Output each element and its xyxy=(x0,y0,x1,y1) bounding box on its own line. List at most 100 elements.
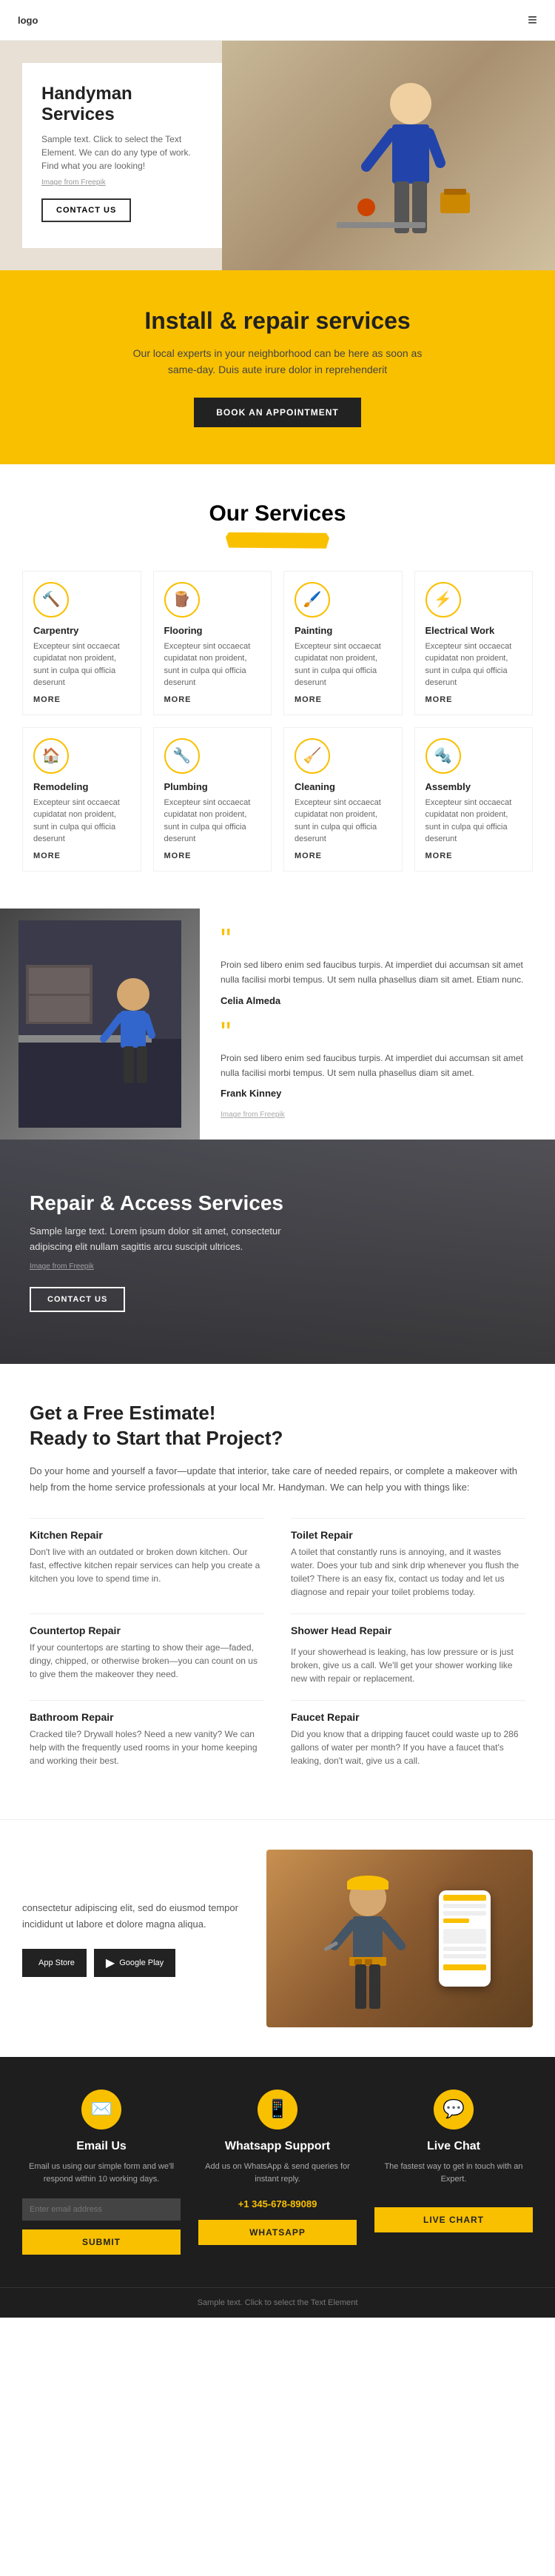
app-worker-illustration xyxy=(309,1857,427,2020)
repair-item-countertop: Countertop Repair If your countertops ar… xyxy=(30,1613,264,1685)
repair-access-contact-button[interactable]: CONTACT US xyxy=(30,1287,125,1312)
email-submit-button[interactable]: SUBMIT xyxy=(22,2229,181,2255)
painting-icon: 🖌️ xyxy=(295,582,330,618)
remodeling-desc: Excepteur sint occaecat cupidatat non pr… xyxy=(33,797,130,846)
app-store-button[interactable]: App Store xyxy=(22,1949,87,1977)
repair-item-bathroom: Bathroom Repair Cracked tile? Drywall ho… xyxy=(30,1700,264,1767)
electrical-more[interactable]: MORE xyxy=(426,695,522,704)
testimonials-content: " Proin sed libero enim sed faucibus tur… xyxy=(200,909,555,1140)
app-buttons-group: App Store ▶ Google Play xyxy=(22,1949,249,1977)
services-grid: 🔨 Carpentry Excepteur sint occaecat cupi… xyxy=(22,571,533,872)
install-text: Our local experts in your neighborhood c… xyxy=(30,345,525,378)
service-card-flooring: 🪵 Flooring Excepteur sint occaecat cupid… xyxy=(153,571,272,715)
install-section: Install & repair services Our local expe… xyxy=(0,270,555,464)
hero-img-credit[interactable]: Image from Freepik xyxy=(41,178,203,187)
book-appointment-button[interactable]: BOOK AN APPOINTMENT xyxy=(194,398,360,427)
email-input[interactable] xyxy=(22,2198,181,2221)
repair-item-kitchen: Kitchen Repair Don't live with an outdat… xyxy=(30,1518,264,1599)
faucet-repair-title: Faucet Repair xyxy=(291,1711,525,1723)
testimonial-2: " Proin sed libero enim sed faucibus tur… xyxy=(221,1023,534,1100)
repair-access-title: Repair & Access Services xyxy=(30,1191,525,1215)
hero-text: Sample text. Click to select the Text El… xyxy=(41,133,203,173)
assembly-name: Assembly xyxy=(426,781,522,792)
google-play-label: Google Play xyxy=(119,1958,164,1967)
testimonial-2-author: Frank Kinney xyxy=(221,1088,534,1099)
service-card-cleaning: 🧹 Cleaning Excepteur sint occaecat cupid… xyxy=(283,727,403,872)
plumbing-name: Plumbing xyxy=(164,781,261,792)
carpentry-more[interactable]: MORE xyxy=(33,695,130,704)
quote-icon-2: " xyxy=(221,1023,534,1043)
whatsapp-button[interactable]: WHATSAPP xyxy=(198,2220,357,2245)
electrical-name: Electrical Work xyxy=(426,625,522,636)
hero-contact-button[interactable]: CONTACT US xyxy=(41,198,131,222)
repair-access-section: Repair & Access Services Sample large te… xyxy=(0,1140,555,1364)
whatsapp-card: 📱 Whatsapp Support Add us on WhatsApp & … xyxy=(198,2090,357,2255)
faucet-repair-desc: Did you know that a dripping faucet coul… xyxy=(291,1727,525,1767)
testimonial-2-text: Proin sed libero enim sed faucibus turpi… xyxy=(221,1051,534,1081)
cleaning-more[interactable]: MORE xyxy=(295,852,391,860)
yellow-brush-divider xyxy=(226,532,329,549)
shower-repair-title: Shower Head Repair xyxy=(291,1625,391,1636)
phone-mockup xyxy=(439,1890,491,1987)
live-chat-icon: 💬 xyxy=(434,2090,474,2130)
testimonial-1-text: Proin sed libero enim sed faucibus turpi… xyxy=(221,957,534,988)
bathroom-repair-desc: Cracked tile? Drywall holes? Need a new … xyxy=(30,1727,264,1767)
remodeling-name: Remodeling xyxy=(33,781,130,792)
carpentry-desc: Excepteur sint occaecat cupidatat non pr… xyxy=(33,640,130,689)
cleaning-desc: Excepteur sint occaecat cupidatat non pr… xyxy=(295,797,391,846)
service-card-remodeling: 🏠 Remodeling Excepteur sint occaecat cup… xyxy=(22,727,141,872)
live-chat-button[interactable]: LIVE CHART xyxy=(374,2207,533,2232)
cleaning-icon: 🧹 xyxy=(295,738,330,774)
quote-icon-1: " xyxy=(221,929,534,950)
estimate-title: Get a Free Estimate! Ready to Start that… xyxy=(30,1401,525,1451)
repair-item-shower: Shower Head Repair If your showerhead is… xyxy=(291,1613,525,1685)
painting-more[interactable]: MORE xyxy=(295,695,391,704)
testimonials-section: " Proin sed libero enim sed faucibus tur… xyxy=(0,909,555,1140)
hero-title: Handyman Services xyxy=(41,84,203,125)
email-icon: ✉️ xyxy=(81,2090,121,2130)
hero-image xyxy=(222,41,555,270)
plumbing-desc: Excepteur sint occaecat cupidatat non pr… xyxy=(164,797,261,846)
footer: Sample text. Click to select the Text El… xyxy=(0,2287,555,2318)
flooring-icon: 🪵 xyxy=(164,582,200,618)
service-card-plumbing: 🔧 Plumbing Excepteur sint occaecat cupid… xyxy=(153,727,272,872)
kitchen-repair-title: Kitchen Repair xyxy=(30,1529,264,1541)
repairs-grid: Kitchen Repair Don't live with an outdat… xyxy=(30,1518,525,1782)
services-section: Our Services 🔨 Carpentry Excepteur sint … xyxy=(0,464,555,909)
email-title: Email Us xyxy=(22,2140,181,2153)
menu-icon[interactable]: ≡ xyxy=(528,10,537,30)
painting-desc: Excepteur sint occaecat cupidatat non pr… xyxy=(295,640,391,689)
email-card: ✉️ Email Us Email us using our simple fo… xyxy=(22,2090,181,2255)
testimonial-1: " Proin sed libero enim sed faucibus tur… xyxy=(221,929,534,1006)
repair-access-credit[interactable]: Image from Freepik xyxy=(30,1262,525,1271)
live-chat-card: 💬 Live Chat The fastest way to get in to… xyxy=(374,2090,533,2255)
services-title: Our Services xyxy=(22,501,533,526)
assembly-more[interactable]: MORE xyxy=(426,852,522,860)
repair-item-toilet: Toilet Repair A toilet that constantly r… xyxy=(291,1518,525,1599)
plumbing-more[interactable]: MORE xyxy=(164,852,261,860)
whatsapp-title: Whatsapp Support xyxy=(198,2140,357,2153)
testimonial-1-author: Celia Almeda xyxy=(221,995,534,1006)
hero-section: Handyman Services Sample text. Click to … xyxy=(0,41,555,270)
live-chat-desc: The fastest way to get in touch with an … xyxy=(374,2161,533,2187)
painting-name: Painting xyxy=(295,625,391,636)
google-play-button[interactable]: ▶ Google Play xyxy=(94,1949,175,1977)
app-section: consectetur adipiscing elit, sed do eius… xyxy=(0,1819,555,2057)
testimonials-credit[interactable]: Image from Freepik xyxy=(221,1111,534,1119)
remodeling-more[interactable]: MORE xyxy=(33,852,130,860)
estimate-text: Do your home and yourself a favor—update… xyxy=(30,1463,525,1496)
whatsapp-desc: Add us on WhatsApp & send queries for in… xyxy=(198,2161,357,2187)
countertop-repair-title: Countertop Repair xyxy=(30,1625,264,1636)
repair-access-text: Sample large text. Lorem ipsum dolor sit… xyxy=(30,1224,326,1255)
countertop-repair-desc: If your countertops are starting to show… xyxy=(30,1641,264,1681)
cleaning-name: Cleaning xyxy=(295,781,391,792)
hero-content-box: Handyman Services Sample text. Click to … xyxy=(22,63,222,248)
footer-text: Sample text. Click to select the Text El… xyxy=(22,2298,533,2307)
bathroom-repair-title: Bathroom Repair xyxy=(30,1711,264,1723)
live-chat-title: Live Chat xyxy=(374,2140,533,2153)
toilet-repair-title: Toilet Repair xyxy=(291,1529,525,1541)
flooring-more[interactable]: MORE xyxy=(164,695,261,704)
carpentry-icon: 🔨 xyxy=(33,582,69,618)
flooring-desc: Excepteur sint occaecat cupidatat non pr… xyxy=(164,640,261,689)
service-card-assembly: 🔩 Assembly Excepteur sint occaecat cupid… xyxy=(414,727,534,872)
